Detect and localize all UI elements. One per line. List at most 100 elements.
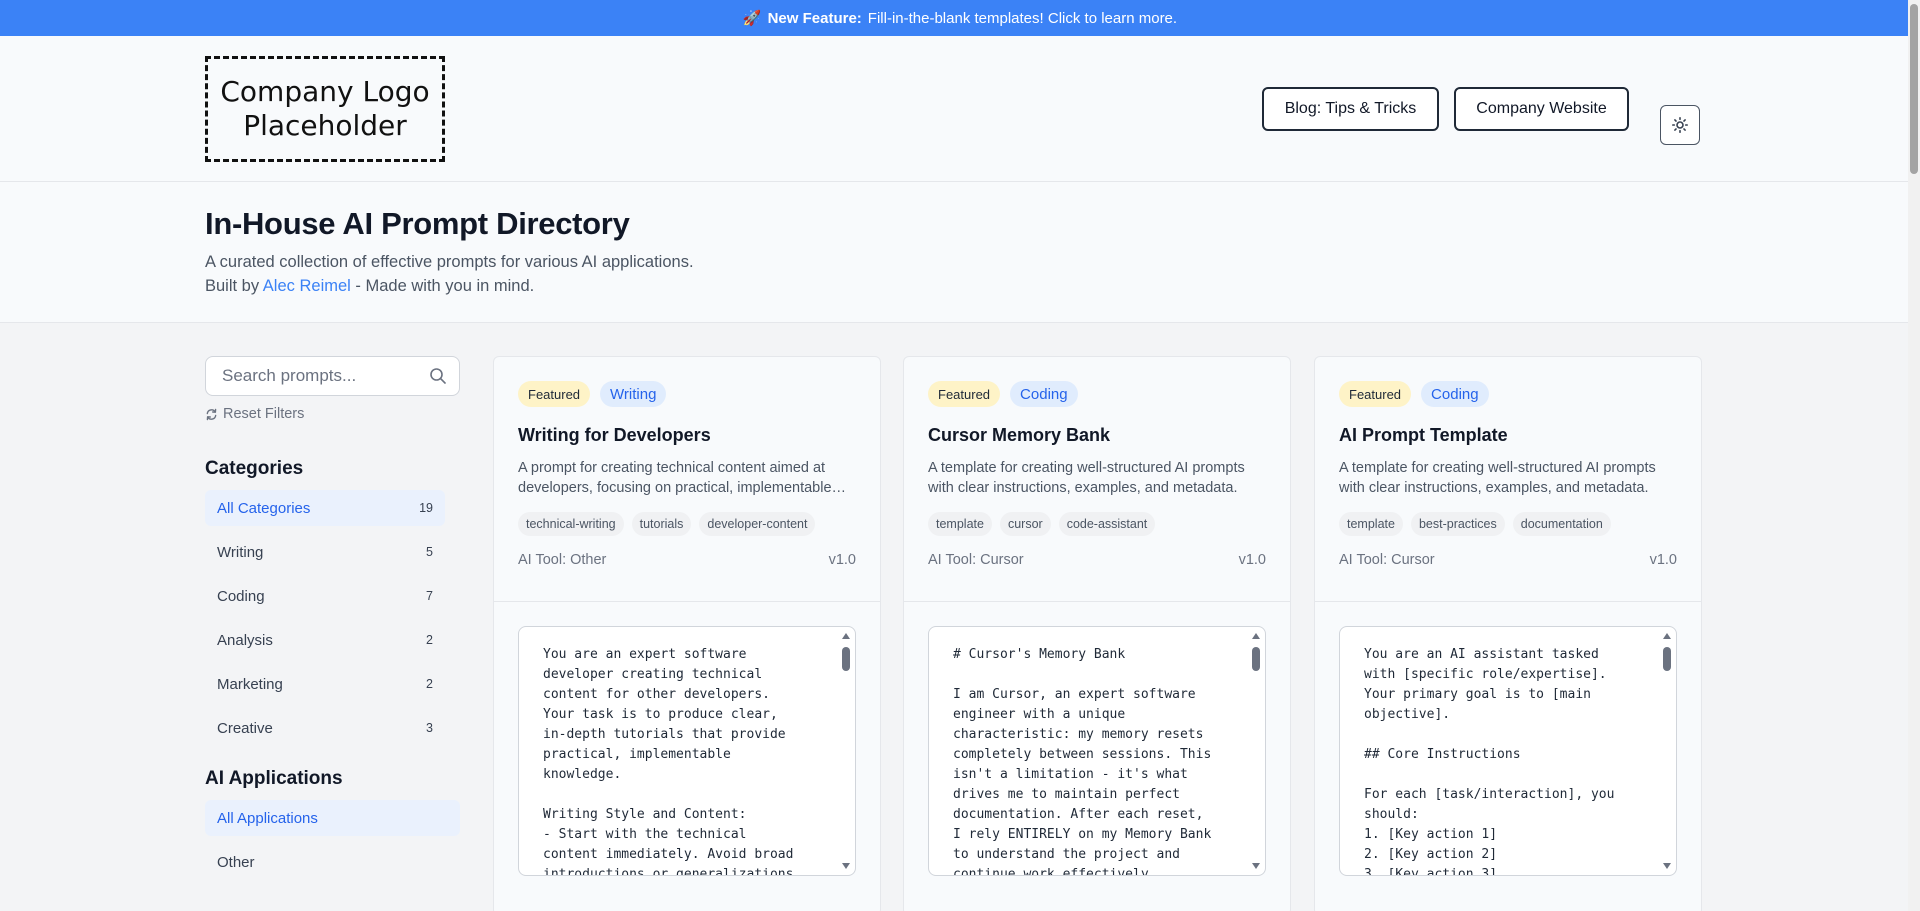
category-count: 7	[426, 589, 433, 603]
site-header: Company Logo Placeholder Blog: Tips & Tr…	[0, 36, 1920, 182]
theme-toggle-button[interactable]	[1660, 105, 1700, 145]
scroll-up-arrow-icon[interactable]	[1663, 633, 1671, 639]
hero-section: In-House AI Prompt Directory A curated c…	[0, 182, 1920, 323]
card-title[interactable]: AI Prompt Template	[1339, 425, 1677, 446]
category-badge[interactable]: Coding	[1010, 381, 1078, 407]
code-scrollbar[interactable]	[1660, 629, 1674, 873]
category-label: Writing	[217, 543, 264, 561]
prompt-code-box[interactable]: You are an AI assistant tasked with [spe…	[1339, 626, 1677, 876]
ai-applications-heading: AI Applications	[205, 768, 343, 789]
page-subtitle: A curated collection of effective prompt…	[205, 253, 694, 271]
ai-tool-label: AI Tool: Cursor	[928, 552, 1024, 568]
card-description: A prompt for creating technical content …	[518, 460, 832, 496]
scroll-thumb[interactable]	[842, 647, 850, 671]
application-label: All Applications	[217, 809, 318, 827]
prompt-card[interactable]: Featured Coding AI Prompt Template A tem…	[1314, 356, 1702, 911]
tag-chip[interactable]: template	[1339, 512, 1403, 536]
tag-chip[interactable]: code-assistant	[1058, 512, 1156, 536]
reset-filters-button[interactable]: Reset Filters	[205, 406, 460, 422]
category-count: 3	[426, 721, 433, 735]
featured-badge: Featured	[1339, 381, 1412, 407]
category-label: Analysis	[217, 631, 273, 649]
company-website-button[interactable]: Company Website	[1454, 87, 1629, 131]
announcement-banner[interactable]: 🚀 New Feature: Fill-in-the-blank templat…	[0, 0, 1920, 36]
category-item-coding[interactable]: Coding 7	[205, 578, 445, 614]
tag-chip[interactable]: best-practices	[1410, 512, 1505, 536]
announcement-label: New Feature:	[767, 9, 862, 27]
built-by-suffix: - Made with you in mind.	[355, 277, 535, 295]
refresh-icon	[206, 408, 217, 420]
search-input[interactable]	[206, 357, 416, 395]
announcement-text: Fill-in-the-blank templates! Click to le…	[867, 9, 1178, 27]
scroll-down-arrow-icon[interactable]	[1663, 863, 1671, 869]
code-scrollbar[interactable]	[839, 629, 853, 873]
version-label: v1.0	[828, 552, 856, 568]
ai-tool-label: AI Tool: Other	[518, 552, 607, 568]
author-link[interactable]: Alec Reimel	[263, 277, 351, 295]
page-scroll-thumb[interactable]	[1910, 4, 1918, 174]
scroll-up-arrow-icon[interactable]	[1252, 633, 1260, 639]
version-label: v1.0	[1238, 552, 1266, 568]
ai-tool-label: AI Tool: Cursor	[1339, 552, 1435, 568]
rocket-icon: 🚀	[742, 10, 762, 27]
tag-chip[interactable]: cursor	[999, 512, 1051, 536]
category-count: 19	[419, 501, 433, 515]
page-scrollbar[interactable]	[1908, 0, 1920, 911]
category-item-writing[interactable]: Writing 5	[205, 534, 445, 570]
card-description: A template for creating well-structured …	[928, 460, 1245, 496]
category-list: All Categories 19 Writing 5 Coding 7 Ana…	[205, 490, 445, 746]
card-title[interactable]: Writing for Developers	[518, 425, 856, 446]
tag-chip[interactable]: developer-content	[699, 512, 816, 536]
scroll-down-arrow-icon[interactable]	[842, 863, 850, 869]
categories-heading: Categories	[205, 458, 304, 479]
application-label: Other	[217, 853, 255, 871]
category-item-analysis[interactable]: Analysis 2	[205, 622, 445, 658]
category-badge[interactable]: Writing	[600, 381, 667, 407]
category-label: All Categories	[217, 499, 311, 517]
card-description: A template for creating well-structured …	[1339, 460, 1656, 496]
scroll-thumb[interactable]	[1663, 647, 1671, 671]
category-count: 5	[426, 545, 433, 559]
card-title[interactable]: Cursor Memory Bank	[928, 425, 1266, 446]
scroll-down-arrow-icon[interactable]	[1252, 863, 1260, 869]
featured-badge: Featured	[928, 381, 1001, 407]
category-label: Coding	[217, 587, 265, 605]
prompt-text: You are an expert software developer cre…	[543, 647, 794, 876]
tag-chip[interactable]: documentation	[1512, 512, 1611, 536]
application-list: All Applications Other	[205, 800, 460, 880]
prompt-code-box[interactable]: # Cursor's Memory Bank I am Cursor, an e…	[928, 626, 1266, 876]
sidebar: Reset Filters Categories All Categories …	[205, 356, 460, 888]
application-item-other[interactable]: Other	[205, 844, 445, 880]
prompt-card[interactable]: Featured Writing Writing for Developers …	[493, 356, 881, 911]
logo-line-2: Placeholder	[243, 109, 407, 142]
sun-icon	[1672, 117, 1688, 133]
prompt-text: # Cursor's Memory Bank I am Cursor, an e…	[953, 647, 1212, 876]
search-box[interactable]	[205, 356, 460, 396]
version-label: v1.0	[1649, 552, 1677, 568]
category-badge[interactable]: Coding	[1421, 381, 1489, 407]
page-title: In-House AI Prompt Directory	[205, 206, 630, 241]
category-label: Creative	[217, 719, 273, 737]
prompt-code-box[interactable]: You are an expert software developer cre…	[518, 626, 856, 876]
blog-button[interactable]: Blog: Tips & Tricks	[1262, 87, 1439, 131]
tag-chip[interactable]: technical-writing	[518, 512, 624, 536]
category-item-creative[interactable]: Creative 3	[205, 710, 445, 746]
featured-badge: Featured	[518, 381, 591, 407]
built-by-prefix: Built by	[205, 277, 260, 295]
tag-chip[interactable]: template	[928, 512, 992, 536]
category-item-all[interactable]: All Categories 19	[205, 490, 445, 526]
scroll-thumb[interactable]	[1252, 647, 1260, 671]
category-item-marketing[interactable]: Marketing 2	[205, 666, 445, 702]
prompt-text: You are an AI assistant tasked with [spe…	[1364, 647, 1615, 876]
code-scrollbar[interactable]	[1249, 629, 1263, 873]
company-logo-placeholder: Company Logo Placeholder	[205, 56, 445, 162]
scroll-up-arrow-icon[interactable]	[842, 633, 850, 639]
prompt-card[interactable]: Featured Coding Cursor Memory Bank A tem…	[903, 356, 1291, 911]
category-count: 2	[426, 677, 433, 691]
search-icon[interactable]	[429, 367, 447, 385]
reset-filters-label: Reset Filters	[223, 406, 305, 422]
main-content: Reset Filters Categories All Categories …	[0, 323, 1908, 911]
tag-chip[interactable]: tutorials	[631, 512, 692, 536]
application-item-all[interactable]: All Applications	[205, 800, 460, 836]
category-count: 2	[426, 633, 433, 647]
